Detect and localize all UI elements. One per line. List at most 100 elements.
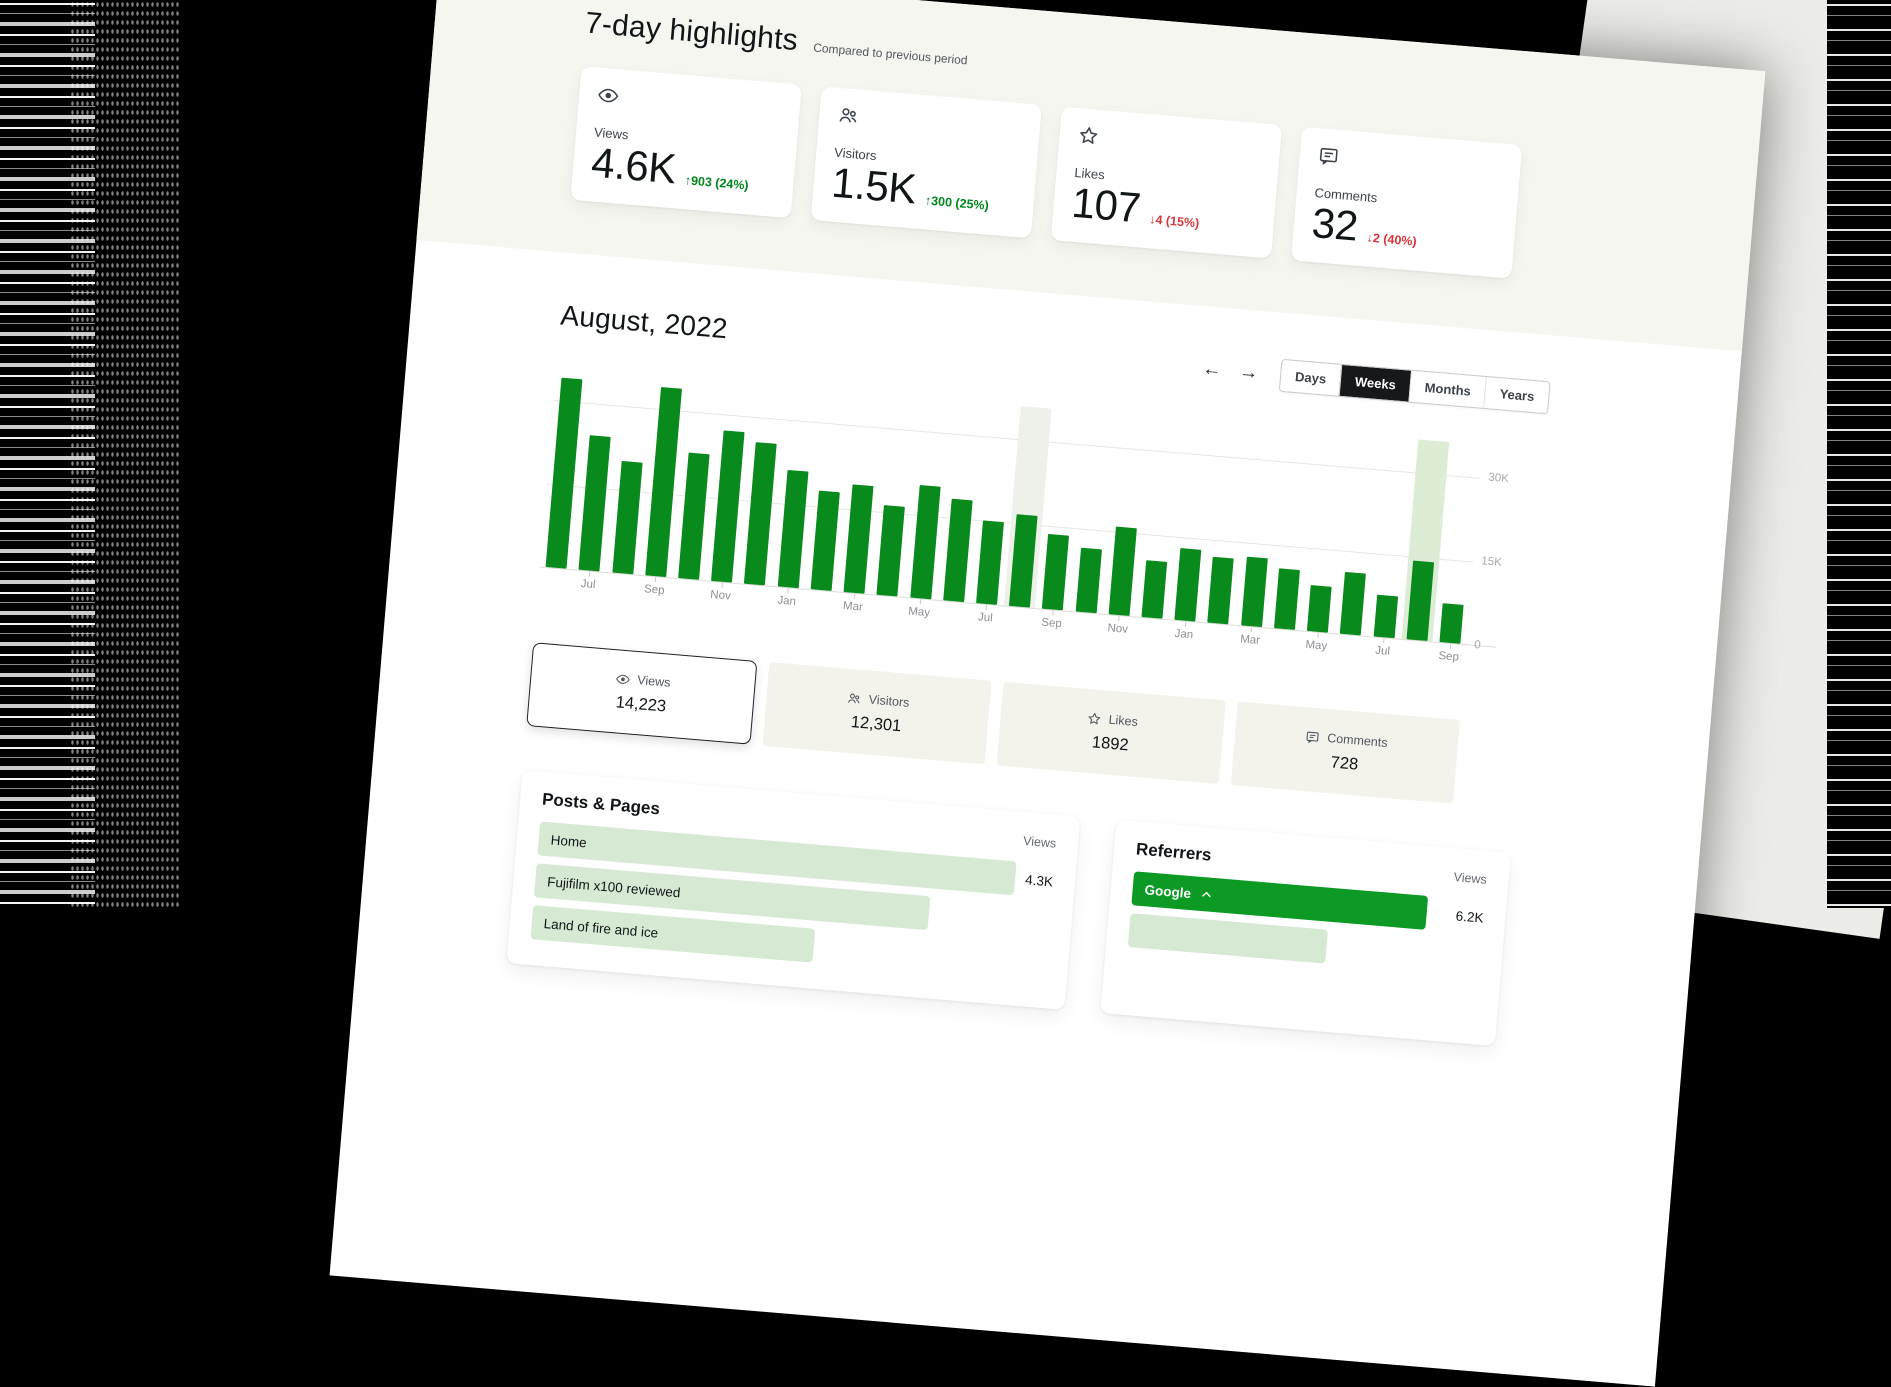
star-icon [1077,124,1101,148]
glitch-noise-right [1827,0,1891,908]
x-tick-mark [721,583,722,588]
summary-tabs: Views 14,223 Visitors 12,301 Likes 1892 Commen… [526,642,1460,804]
x-tick-label: May [908,605,931,619]
summary-tab-value: 728 [1330,753,1359,774]
x-tick-mark [787,588,788,593]
x-tick-mark [1383,638,1384,643]
summary-tab-label: Views [637,673,671,690]
highlight-card-delta: ↑300 (25%) [924,193,989,216]
people-icon [846,690,862,706]
x-tick-label: Jul [977,611,993,624]
highlight-card-value: 4.6K [590,141,678,190]
range-tab-days[interactable]: Days [1280,360,1341,396]
highlight-card-delta: ↓2 (40%) [1366,231,1417,253]
x-tick-label: Mar [843,600,864,614]
y-tick-0: 0 [1474,639,1529,655]
highlight-card-value: 1.5K [830,162,918,211]
highlight-card-comments[interactable]: Comments32↓2 (40%) [1291,127,1522,279]
x-tick-mark [1052,611,1053,616]
chart-bars: JulSepNovJanMarMayJulSepNovJanMarMayJulS… [540,367,1483,644]
range-tab-weeks[interactable]: Weeks [1339,365,1411,402]
x-tick-label: Sep [1438,650,1459,664]
posts-views-column-header: Views [1023,834,1057,851]
summary-tab-visitors[interactable]: Visitors 12,301 [762,662,991,764]
highlight-card-visitors[interactable]: Visitors1.5K↑300 (25%) [811,86,1042,238]
x-tick-label: Nov [1107,622,1128,636]
summary-tab-value: 1892 [1091,733,1129,755]
referrers-title: Referrers [1135,839,1212,865]
highlight-card-views[interactable]: Views4.6K↑903 (24%) [570,66,801,218]
x-tick-mark [1185,622,1186,627]
highlight-card-likes[interactable]: Likes107↓4 (15%) [1051,107,1282,259]
star-icon [1086,710,1102,726]
summary-tab-value: 12,301 [850,713,902,736]
views-bar-chart: 30K 15K 0 Jul Sep Nov Jan Mar May Jul Sep Nov Jan… [537,367,1545,681]
people-icon [837,104,861,128]
x-tick-label: Jul [580,578,596,591]
main-section: August, 2022 ← → DaysWeeksMonthsYears 30… [357,286,1738,1062]
eye-icon [615,671,631,687]
y-tick-30k: 30K [1488,472,1543,488]
highlight-card-value: 32 [1310,202,1359,248]
summary-tab-likes[interactable]: Likes 1892 [997,682,1226,784]
highlight-card-delta: ↓4 (15%) [1148,212,1199,234]
x-tick-mark [1317,633,1318,638]
chevron-up-icon[interactable] [1198,887,1213,902]
range-tab-years[interactable]: Years [1483,377,1549,413]
x-tick-mark [854,594,855,599]
x-tick-mark [655,577,656,582]
posts-pages-panel: Posts & Pages Views Home4.3KFujifilm x10… [506,770,1080,1010]
post-row-views: 4.3K [1025,872,1054,889]
next-period-arrow-icon[interactable]: → [1239,362,1260,383]
x-tick-label: May [1305,639,1328,653]
highlights-subtitle: Compared to previous period [813,41,968,68]
highlights-section: 7-day highlights Compared to previous pe… [416,0,1765,351]
referrer-row-bar[interactable] [1128,913,1329,963]
x-tick-label: Jan [1174,628,1193,642]
summary-tab-label: Likes [1108,713,1138,729]
x-tick-mark [589,572,590,577]
chart-bar[interactable] [1439,603,1463,644]
x-tick-mark [986,605,987,610]
x-tick-label: Mar [1240,633,1261,647]
summary-tab-value: 14,223 [615,693,667,716]
comment-icon [1305,729,1321,745]
summary-tab-head: Views [615,671,671,691]
glitch-noise-left [0,0,210,908]
referrer-row-label: Google [1144,882,1192,901]
x-tick-label: Sep [1041,617,1062,631]
referrers-panel: Referrers Views Google 6.2K [1100,820,1511,1046]
range-tabs: DaysWeeksMonthsYears [1279,359,1551,414]
summary-tab-comments[interactable]: Comments 728 [1231,701,1460,803]
referrers-views-column-header: Views [1453,870,1487,887]
y-tick-15k: 15K [1481,555,1536,571]
x-tick-label: Jan [777,595,796,609]
summary-tab-head: Comments [1305,729,1388,751]
summary-tab-label: Visitors [868,692,910,709]
highlights-title: 7-day highlights [584,6,799,58]
chart-bar[interactable] [1307,585,1332,633]
x-tick-mark [920,599,921,604]
summary-tab-head: Visitors [846,690,910,710]
summary-tab-views[interactable]: Views 14,223 [526,642,757,745]
summary-tab-label: Comments [1327,731,1388,750]
referrers-rows: Google 6.2K [1128,871,1485,976]
x-tick-mark [1251,627,1252,632]
prev-period-arrow-icon[interactable]: ← [1202,359,1223,380]
referrer-row-views: 6.2K [1455,908,1484,925]
eye-icon [596,84,620,108]
x-tick-mark [1118,616,1119,621]
chart-controls: ← → DaysWeeksMonthsYears [1201,352,1551,414]
x-tick-label: Sep [644,583,665,597]
x-tick-mark [1449,644,1450,649]
chart-bar[interactable] [1373,595,1397,639]
posts-pages-title: Posts & Pages [541,790,660,820]
x-tick-label: Jul [1375,645,1391,658]
stats-page: 7-day highlights Compared to previous pe… [330,0,1766,1387]
period-nav: ← → [1202,359,1259,383]
x-tick-label: Nov [710,589,731,603]
highlight-card-delta: ↑903 (24%) [684,173,749,196]
summary-tab-head: Likes [1086,710,1138,729]
range-tab-months[interactable]: Months [1409,371,1487,408]
highlight-card-value: 107 [1070,182,1142,230]
